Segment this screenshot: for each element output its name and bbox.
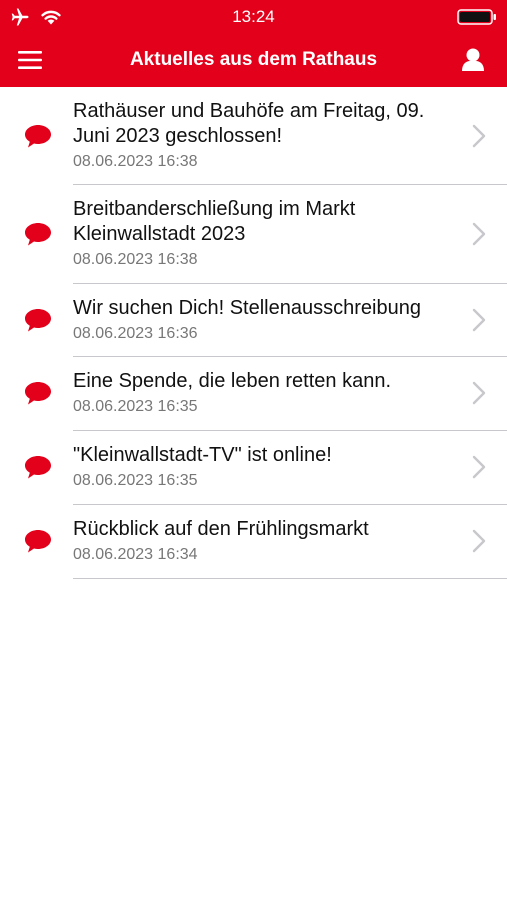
navigation-bar: Aktuelles aus dem Rathaus xyxy=(0,34,507,87)
app-header: 13:24 Aktuelles aus dem Rathaus xyxy=(0,0,507,87)
user-profile-icon[interactable] xyxy=(456,44,490,76)
row-divider xyxy=(73,578,507,579)
page-title: Aktuelles aus dem Rathaus xyxy=(129,49,378,70)
news-date: 08.06.2023 16:35 xyxy=(73,398,198,415)
status-time: 13:24 xyxy=(232,7,275,26)
speech-bubble-icon xyxy=(25,309,51,332)
news-date: 08.06.2023 16:38 xyxy=(73,153,198,170)
chevron-right-icon xyxy=(472,529,486,553)
news-date: 08.06.2023 16:34 xyxy=(73,546,198,563)
news-title: Rathäuser und Bauhöfe am Freitag, 09. Ju… xyxy=(73,100,425,147)
speech-bubble-icon xyxy=(25,125,51,148)
news-title: Eine Spende, die leben retten kann. xyxy=(73,370,392,392)
speech-bubble-icon xyxy=(25,382,51,405)
news-title: Breitbanderschließung im Markt Kleinwall… xyxy=(73,198,356,245)
news-item[interactable]: Rückblick auf den Frühlingsmarkt 08.06.2… xyxy=(0,505,507,579)
chevron-right-icon xyxy=(472,381,486,405)
news-item[interactable]: "Kleinwallstadt-TV" ist online! 08.06.20… xyxy=(0,431,507,505)
status-bar: 13:24 xyxy=(0,0,507,34)
news-date: 08.06.2023 16:36 xyxy=(73,325,198,342)
news-item[interactable]: Rathäuser und Bauhöfe am Freitag, 09. Ju… xyxy=(0,87,507,185)
news-item[interactable]: Eine Spende, die leben retten kann. 08.0… xyxy=(0,357,507,431)
battery-icon xyxy=(457,9,496,25)
chevron-right-icon xyxy=(472,222,486,246)
chevron-right-icon xyxy=(472,455,486,479)
news-title: Wir suchen Dich! Stellenausschreibung xyxy=(73,297,421,319)
chevron-right-icon xyxy=(472,124,486,148)
speech-bubble-icon xyxy=(25,530,51,553)
news-item[interactable]: Wir suchen Dich! Stellenausschreibung 08… xyxy=(0,284,507,357)
news-title: Rückblick auf den Frühlingsmarkt xyxy=(73,518,369,540)
news-date: 08.06.2023 16:35 xyxy=(73,472,198,489)
news-date: 08.06.2023 16:38 xyxy=(73,251,198,268)
news-list: Rathäuser und Bauhöfe am Freitag, 09. Ju… xyxy=(0,87,507,579)
chevron-right-icon xyxy=(472,308,486,332)
news-title: "Kleinwallstadt-TV" ist online! xyxy=(73,444,332,466)
speech-bubble-icon xyxy=(25,456,51,479)
news-item[interactable]: Breitbanderschließung im Markt Kleinwall… xyxy=(0,185,507,284)
speech-bubble-icon xyxy=(25,223,51,246)
